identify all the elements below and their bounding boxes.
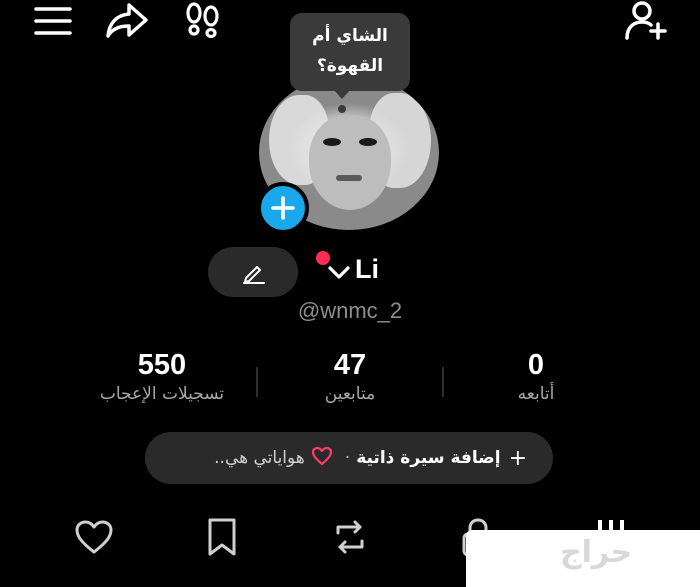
chevron-down-icon[interactable] xyxy=(327,265,351,281)
stat-following[interactable]: 0 أتابعه xyxy=(436,349,636,404)
stat-following-value: 0 xyxy=(527,349,545,381)
profile-name: Li xyxy=(355,254,379,284)
menu-icon[interactable] xyxy=(34,6,72,36)
watermark-text: حراج xyxy=(560,535,633,570)
profile-handle: @wnmc_2 xyxy=(297,298,403,323)
stat-likes[interactable]: 550 تسجيلات الإعجاب xyxy=(62,349,262,404)
footprints-icon[interactable] xyxy=(184,2,222,38)
status-bubble-dot xyxy=(338,105,346,113)
stat-followers-value: 47 xyxy=(333,349,367,381)
status-bubble-text: الشاي أم القهوة؟ xyxy=(312,26,388,76)
online-status-dot xyxy=(316,251,330,265)
bio-hobbies: هواياتي هي.. xyxy=(214,448,305,468)
bio-plus: + xyxy=(508,445,527,471)
add-avatar-button[interactable] xyxy=(257,182,309,234)
avatar-face xyxy=(309,115,391,210)
bio-add-label: إضافة سيرة ذاتية xyxy=(356,448,501,468)
share-icon[interactable] xyxy=(105,2,149,40)
avatar-eye-right xyxy=(359,138,377,146)
stat-followers-label: متابعين xyxy=(324,384,376,404)
pencil-icon xyxy=(243,266,265,284)
tab-saved-bookmark-icon[interactable] xyxy=(204,517,240,557)
avatar-mouth xyxy=(336,175,362,181)
stat-likes-value: 550 xyxy=(137,349,187,381)
bio-separator: · xyxy=(344,448,351,468)
avatar-eye-left xyxy=(323,138,341,146)
edit-profile-button[interactable] xyxy=(208,247,298,297)
add-bio-button[interactable]: + إضافة سيرة ذاتية · هواياتي هي.. xyxy=(145,432,553,484)
tab-repost-icon[interactable] xyxy=(330,517,370,557)
stat-likes-label: تسجيلات الإعجاب xyxy=(99,384,225,404)
add-user-icon[interactable] xyxy=(624,0,670,42)
stat-followers[interactable]: 47 متابعين xyxy=(250,349,450,404)
plus-icon xyxy=(271,196,295,220)
status-bubble[interactable]: الشاي أم القهوة؟ xyxy=(290,13,410,91)
tab-liked-heart-icon[interactable] xyxy=(74,519,114,555)
heart-icon xyxy=(311,446,333,471)
stat-following-label: أتابعه xyxy=(517,384,555,404)
status-bubble-tail xyxy=(333,89,351,99)
